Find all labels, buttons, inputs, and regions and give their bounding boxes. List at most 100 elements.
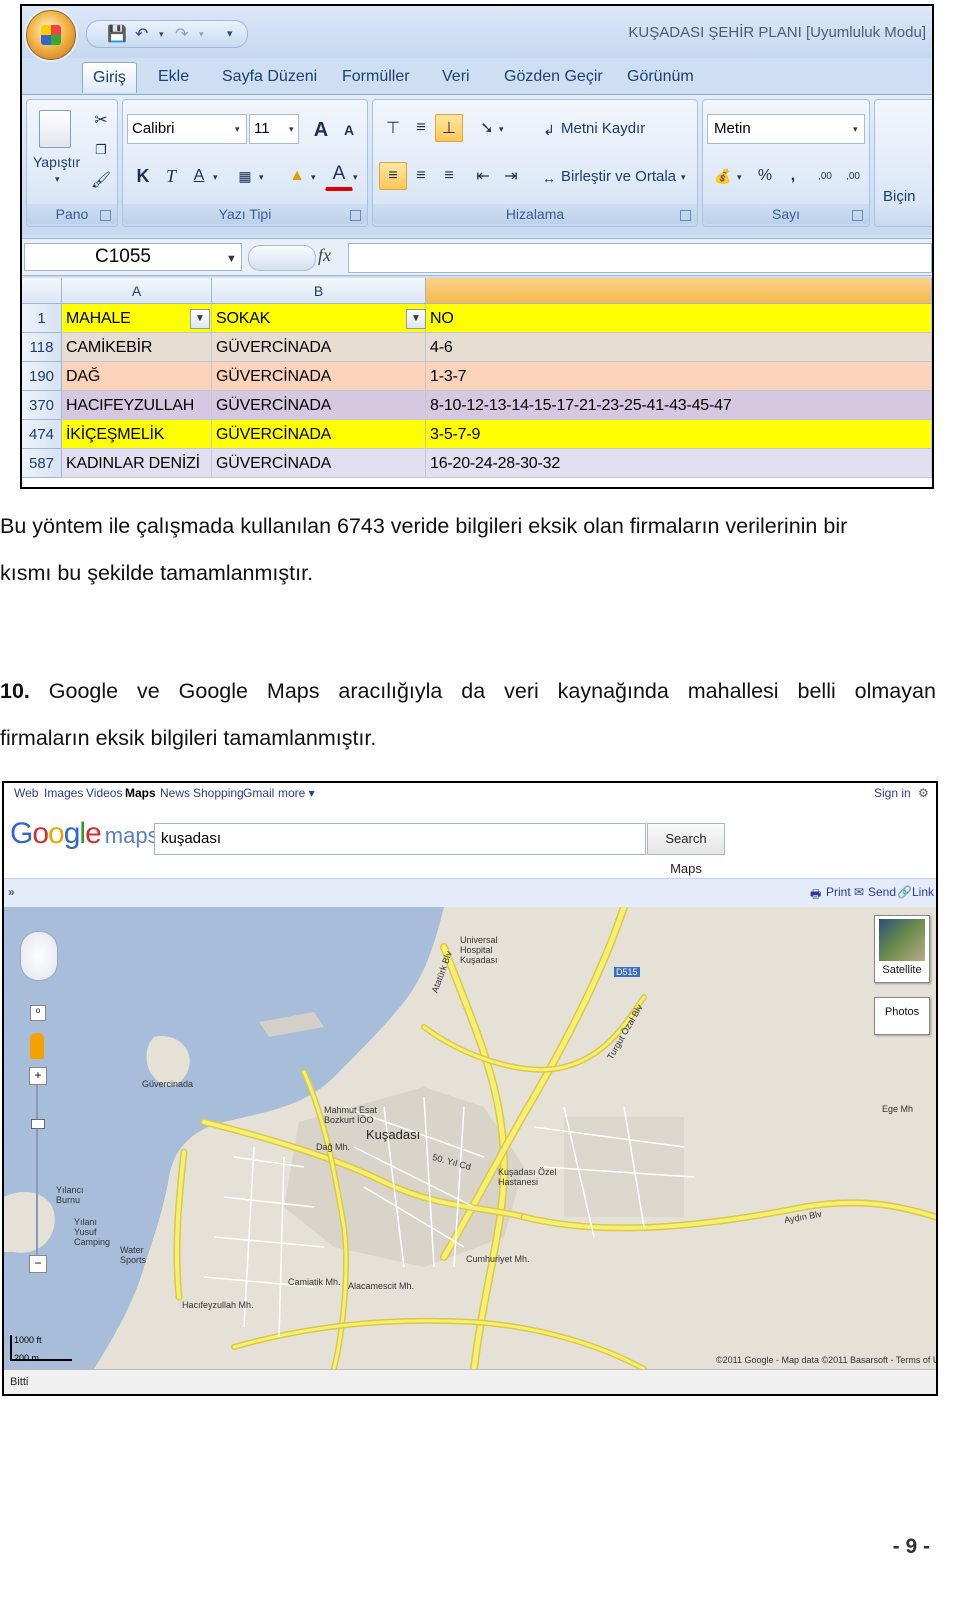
decrease-indent-icon[interactable]: ⇤	[469, 162, 497, 190]
paste-dropdown-icon[interactable]: ▾	[55, 174, 60, 185]
cell-sokak[interactable]: GÜVERCİNADA	[212, 449, 426, 478]
currency-icon[interactable]: 💰	[709, 162, 737, 190]
comma-button[interactable]: ,	[779, 162, 807, 190]
paste-icon[interactable]	[39, 110, 71, 148]
merge-center-icon[interactable]: ↔	[535, 164, 563, 192]
merge-center-button[interactable]: Birleştir ve Ortala	[561, 168, 676, 185]
percent-button[interactable]: %	[751, 162, 779, 190]
cell-mahale[interactable]: İKİÇEŞMELİK	[62, 420, 212, 449]
merge-dropdown-icon[interactable]: ▾	[681, 172, 686, 183]
gbar-shopping-link[interactable]: Shopping	[193, 786, 244, 800]
cell-sokak[interactable]: GÜVERCİNADA	[212, 362, 426, 391]
wrap-text-icon[interactable]: ↲	[535, 116, 563, 144]
undo-dropdown-icon[interactable]: ▾	[159, 29, 164, 40]
grow-font-icon[interactable]: A	[307, 116, 335, 144]
orientation-dropdown-icon[interactable]: ▾	[499, 124, 504, 135]
tab-sayfa-duzeni[interactable]: Sayfa Düzeni	[212, 62, 327, 92]
google-maps-logo[interactable]: Google maps	[10, 817, 159, 851]
font-name-dropdown-icon[interactable]: ▾	[235, 124, 240, 135]
row-number[interactable]: 1	[22, 304, 62, 333]
photos-button[interactable]: Photos	[874, 997, 930, 1035]
pegman-icon[interactable]	[30, 1033, 44, 1059]
cell-sokak[interactable]: GÜVERCİNADA	[212, 333, 426, 362]
send-icon[interactable]: ✉	[854, 885, 864, 899]
gbar-maps-link[interactable]: Maps	[125, 786, 156, 800]
cell-mahale[interactable]: HACIFEYZULLAH	[62, 391, 212, 420]
name-box[interactable]: C1055	[24, 243, 242, 271]
column-header-c[interactable]	[426, 278, 932, 304]
tab-gorunum[interactable]: Görünüm	[617, 62, 704, 92]
align-bottom-icon[interactable]: ⊥	[435, 114, 463, 142]
cell-sokak[interactable]: GÜVERCİNADA	[212, 391, 426, 420]
yazi-tipi-launcher-icon[interactable]	[350, 210, 361, 221]
zoom-reset-icon[interactable]: o	[30, 1005, 46, 1021]
number-format-dropdown-icon[interactable]: ▾	[853, 124, 858, 135]
cell-no[interactable]: 8-10-12-13-14-15-17-21-23-25-41-43-45-47	[426, 391, 932, 420]
tab-giris[interactable]: Giriş	[82, 62, 137, 93]
zoom-out-icon[interactable]: −	[29, 1255, 47, 1273]
borders-dropdown-icon[interactable]: ▾	[259, 172, 264, 183]
format-painter-icon[interactable]: 🖌	[87, 166, 115, 194]
align-left-icon[interactable]: ≡	[379, 162, 407, 190]
map-canvas[interactable]: Kuşadası Güvercinada Universal Hospital …	[4, 907, 936, 1369]
gbar-videos-link[interactable]: Videos	[86, 786, 122, 800]
copy-icon[interactable]: ❐	[87, 136, 115, 164]
filter-active-icon[interactable]: ▼	[406, 309, 426, 329]
fill-color-icon[interactable]: ▲	[283, 162, 311, 190]
cell-no[interactable]: 3-5-7-9	[426, 420, 932, 449]
orientation-icon[interactable]: ➘	[473, 114, 501, 142]
align-right-icon[interactable]: ≡	[435, 162, 463, 190]
italic-button[interactable]: T	[157, 162, 185, 190]
font-size-dropdown-icon[interactable]: ▾	[289, 124, 294, 135]
print-link[interactable]: Print	[826, 885, 851, 899]
cut-icon[interactable]: ✂	[87, 106, 115, 134]
tab-gozden-gecir[interactable]: Gözden Geçir	[494, 62, 613, 92]
align-middle-icon[interactable]: ≡	[407, 114, 435, 142]
link-icon[interactable]: 🔗	[897, 885, 912, 899]
tab-veri[interactable]: Veri	[432, 62, 480, 92]
cell-sokak[interactable]: GÜVERCİNADA	[212, 420, 426, 449]
customize-qat-icon[interactable]: ▾	[227, 27, 233, 40]
maps-search-input[interactable]: kuşadası	[154, 823, 646, 855]
underline-dropdown-icon[interactable]: ▾	[213, 172, 218, 183]
zoom-slider-handle[interactable]	[31, 1119, 45, 1129]
fill-color-dropdown-icon[interactable]: ▾	[311, 172, 316, 183]
sayi-launcher-icon[interactable]	[852, 210, 863, 221]
cell-mahale[interactable]: CAMİKEBİR	[62, 333, 212, 362]
bicim-label[interactable]: Biçin	[883, 188, 916, 205]
gbar-images-link[interactable]: Images	[44, 786, 83, 800]
bold-button[interactable]: K	[129, 162, 157, 190]
wrap-text-button[interactable]: Metni Kaydır	[561, 120, 645, 137]
increase-indent-icon[interactable]: ⇥	[497, 162, 525, 190]
name-box-dropdown-icon[interactable]: ▼	[226, 253, 237, 265]
sign-in-link[interactable]: Sign in	[874, 786, 911, 800]
row-number[interactable]: 370	[22, 391, 62, 420]
send-link[interactable]: Send	[868, 885, 896, 899]
cell-no[interactable]: 4-6	[426, 333, 932, 362]
align-top-icon[interactable]: ⊤	[379, 114, 407, 142]
tab-formuller[interactable]: Formüller	[332, 62, 420, 92]
tab-ekle[interactable]: Ekle	[148, 62, 199, 92]
office-button[interactable]	[26, 10, 76, 60]
font-color-icon[interactable]: A	[325, 160, 353, 191]
fx-icon[interactable]: fx	[318, 245, 331, 266]
pan-control-icon[interactable]	[20, 931, 58, 981]
underline-button[interactable]: A	[185, 162, 213, 190]
link-link[interactable]: Link	[912, 885, 934, 899]
header-cell-no[interactable]: NO	[426, 304, 932, 333]
save-icon[interactable]: 💾	[107, 24, 127, 44]
font-color-dropdown-icon[interactable]: ▾	[353, 172, 358, 183]
search-maps-button[interactable]: Search Maps	[647, 823, 725, 876]
column-header-b[interactable]: B	[212, 278, 426, 304]
gbar-more-link[interactable]: more ▾	[278, 786, 315, 800]
row-number[interactable]: 118	[22, 333, 62, 362]
decrease-decimal-button[interactable]: ,00	[839, 162, 867, 190]
font-name-field[interactable]: Calibri	[127, 114, 247, 144]
row-number[interactable]: 587	[22, 449, 62, 478]
print-icon[interactable]: 🖶	[810, 885, 821, 906]
formula-input[interactable]	[348, 243, 932, 273]
zoom-in-icon[interactable]: +	[29, 1067, 47, 1085]
row-number[interactable]: 474	[22, 420, 62, 449]
cell-mahale[interactable]: KADINLAR DENİZİ	[62, 449, 212, 478]
currency-dropdown-icon[interactable]: ▾	[737, 172, 742, 183]
